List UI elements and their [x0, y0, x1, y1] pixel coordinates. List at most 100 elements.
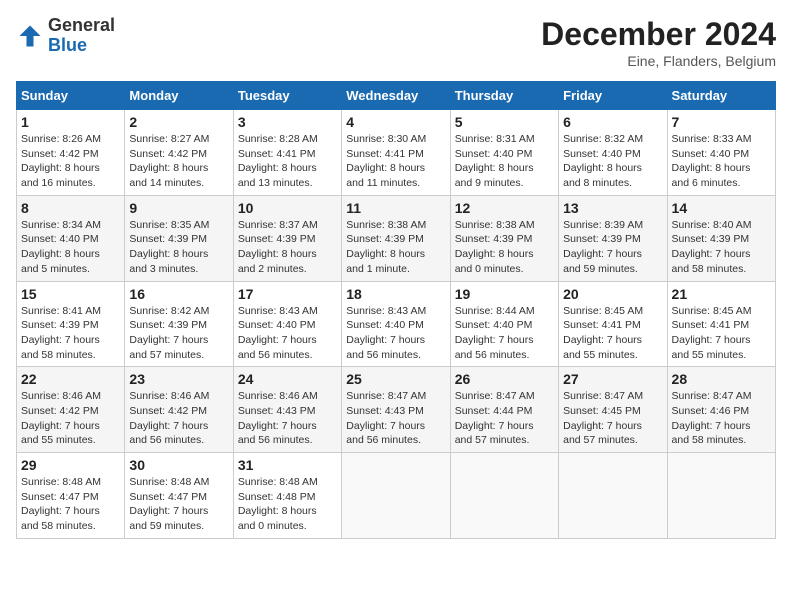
table-row: 30 Sunrise: 8:48 AM Sunset: 4:47 PM Dayli… [125, 453, 233, 539]
day-info: Sunrise: 8:34 AM Sunset: 4:40 PM Dayligh… [21, 218, 120, 277]
day-number: 15 [21, 286, 120, 302]
calendar-subtitle: Eine, Flanders, Belgium [541, 53, 776, 69]
table-row: 31 Sunrise: 8:48 AM Sunset: 4:48 PM Dayli… [233, 453, 341, 539]
day-number: 7 [672, 114, 771, 130]
table-row: 4Sunrise: 8:30 AM Sunset: 4:41 PM Daylig… [342, 110, 450, 196]
day-number: 5 [455, 114, 554, 130]
header-sunday: Sunday [17, 82, 125, 110]
table-row: 17Sunrise: 8:43 AM Sunset: 4:40 PM Dayli… [233, 281, 341, 367]
header-wednesday: Wednesday [342, 82, 450, 110]
day-number: 6 [563, 114, 662, 130]
day-number: 1 [21, 114, 120, 130]
day-number: 2 [129, 114, 228, 130]
table-row: 7 Sunrise: 8:33 AM Sunset: 4:40 PM Daylig… [667, 110, 775, 196]
day-number: 28 [672, 371, 771, 387]
day-info: Sunrise: 8:33 AM Sunset: 4:40 PM Dayligh… [672, 132, 771, 191]
calendar-week-row: 8 Sunrise: 8:34 AM Sunset: 4:40 PM Daylig… [17, 195, 776, 281]
table-row: 3Sunrise: 8:28 AM Sunset: 4:41 PM Daylig… [233, 110, 341, 196]
page-header: General Blue December 2024 Eine, Flander… [16, 16, 776, 69]
table-row: 11 Sunrise: 8:38 AM Sunset: 4:39 PM Dayli… [342, 195, 450, 281]
day-info: Sunrise: 8:40 AM Sunset: 4:39 PM Dayligh… [672, 218, 771, 277]
day-number: 26 [455, 371, 554, 387]
day-info: Sunrise: 8:47 AM Sunset: 4:46 PM Dayligh… [672, 389, 771, 448]
day-info: Sunrise: 8:47 AM Sunset: 4:43 PM Dayligh… [346, 389, 445, 448]
table-row: 6 Sunrise: 8:32 AM Sunset: 4:40 PM Daylig… [559, 110, 667, 196]
table-row: 1 Sunrise: 8:26 AM Sunset: 4:42 PM Daylig… [17, 110, 125, 196]
day-info: Sunrise: 8:42 AM Sunset: 4:39 PM Dayligh… [129, 304, 228, 363]
calendar-table: Sunday Monday Tuesday Wednesday Thursday… [16, 81, 776, 539]
table-row: 23 Sunrise: 8:46 AM Sunset: 4:42 PM Dayli… [125, 367, 233, 453]
day-number: 18 [346, 286, 445, 302]
day-info: Sunrise: 8:43 AM Sunset: 4:40 PM Dayligh… [238, 304, 337, 363]
day-number: 19 [455, 286, 554, 302]
table-row [667, 453, 775, 539]
title-block: December 2024 Eine, Flanders, Belgium [541, 16, 776, 69]
day-info: Sunrise: 8:43 AM Sunset: 4:40 PM Dayligh… [346, 304, 445, 363]
day-number: 24 [238, 371, 337, 387]
day-number: 30 [129, 457, 228, 473]
logo-icon [16, 22, 44, 50]
header-friday: Friday [559, 82, 667, 110]
day-number: 8 [21, 200, 120, 216]
table-row: 25Sunrise: 8:47 AM Sunset: 4:43 PM Dayli… [342, 367, 450, 453]
table-row: 14 Sunrise: 8:40 AM Sunset: 4:39 PM Dayli… [667, 195, 775, 281]
logo-text: General Blue [48, 16, 115, 56]
table-row: 27 Sunrise: 8:47 AM Sunset: 4:45 PM Dayli… [559, 367, 667, 453]
calendar-week-row: 1 Sunrise: 8:26 AM Sunset: 4:42 PM Daylig… [17, 110, 776, 196]
day-info: Sunrise: 8:38 AM Sunset: 4:39 PM Dayligh… [346, 218, 445, 277]
day-number: 29 [21, 457, 120, 473]
table-row: 20 Sunrise: 8:45 AM Sunset: 4:41 PM Dayli… [559, 281, 667, 367]
day-info: Sunrise: 8:39 AM Sunset: 4:39 PM Dayligh… [563, 218, 662, 277]
day-number: 3 [238, 114, 337, 130]
table-row [450, 453, 558, 539]
day-info: Sunrise: 8:44 AM Sunset: 4:40 PM Dayligh… [455, 304, 554, 363]
day-info: Sunrise: 8:48 AM Sunset: 4:47 PM Dayligh… [21, 475, 120, 534]
header-thursday: Thursday [450, 82, 558, 110]
table-row: 18 Sunrise: 8:43 AM Sunset: 4:40 PM Dayli… [342, 281, 450, 367]
day-info: Sunrise: 8:32 AM Sunset: 4:40 PM Dayligh… [563, 132, 662, 191]
table-row: 8 Sunrise: 8:34 AM Sunset: 4:40 PM Daylig… [17, 195, 125, 281]
day-number: 22 [21, 371, 120, 387]
day-number: 20 [563, 286, 662, 302]
day-info: Sunrise: 8:46 AM Sunset: 4:42 PM Dayligh… [129, 389, 228, 448]
day-number: 14 [672, 200, 771, 216]
day-number: 27 [563, 371, 662, 387]
day-info: Sunrise: 8:45 AM Sunset: 4:41 PM Dayligh… [672, 304, 771, 363]
calendar-week-row: 15 Sunrise: 8:41 AM Sunset: 4:39 PM Dayli… [17, 281, 776, 367]
table-row: 26Sunrise: 8:47 AM Sunset: 4:44 PM Dayli… [450, 367, 558, 453]
table-row: 9Sunrise: 8:35 AM Sunset: 4:39 PM Daylig… [125, 195, 233, 281]
table-row: 10 Sunrise: 8:37 AM Sunset: 4:39 PM Dayli… [233, 195, 341, 281]
day-info: Sunrise: 8:48 AM Sunset: 4:48 PM Dayligh… [238, 475, 337, 534]
day-number: 31 [238, 457, 337, 473]
day-number: 4 [346, 114, 445, 130]
logo: General Blue [16, 16, 115, 56]
day-info: Sunrise: 8:37 AM Sunset: 4:39 PM Dayligh… [238, 218, 337, 277]
day-number: 11 [346, 200, 445, 216]
day-number: 21 [672, 286, 771, 302]
table-row: 5 Sunrise: 8:31 AM Sunset: 4:40 PM Daylig… [450, 110, 558, 196]
day-number: 10 [238, 200, 337, 216]
table-row: 28 Sunrise: 8:47 AM Sunset: 4:46 PM Dayli… [667, 367, 775, 453]
day-info: Sunrise: 8:35 AM Sunset: 4:39 PM Dayligh… [129, 218, 228, 277]
day-info: Sunrise: 8:48 AM Sunset: 4:47 PM Dayligh… [129, 475, 228, 534]
day-info: Sunrise: 8:31 AM Sunset: 4:40 PM Dayligh… [455, 132, 554, 191]
table-row: 15 Sunrise: 8:41 AM Sunset: 4:39 PM Dayli… [17, 281, 125, 367]
day-number: 13 [563, 200, 662, 216]
days-header-row: Sunday Monday Tuesday Wednesday Thursday… [17, 82, 776, 110]
table-row [559, 453, 667, 539]
calendar-week-row: 22 Sunrise: 8:46 AM Sunset: 4:42 PM Dayli… [17, 367, 776, 453]
day-info: Sunrise: 8:45 AM Sunset: 4:41 PM Dayligh… [563, 304, 662, 363]
day-info: Sunrise: 8:41 AM Sunset: 4:39 PM Dayligh… [21, 304, 120, 363]
day-info: Sunrise: 8:26 AM Sunset: 4:42 PM Dayligh… [21, 132, 120, 191]
table-row: 2Sunrise: 8:27 AM Sunset: 4:42 PM Daylig… [125, 110, 233, 196]
day-info: Sunrise: 8:47 AM Sunset: 4:45 PM Dayligh… [563, 389, 662, 448]
day-number: 12 [455, 200, 554, 216]
day-info: Sunrise: 8:46 AM Sunset: 4:42 PM Dayligh… [21, 389, 120, 448]
table-row: 13 Sunrise: 8:39 AM Sunset: 4:39 PM Dayli… [559, 195, 667, 281]
table-row: 21 Sunrise: 8:45 AM Sunset: 4:41 PM Dayli… [667, 281, 775, 367]
day-info: Sunrise: 8:38 AM Sunset: 4:39 PM Dayligh… [455, 218, 554, 277]
header-monday: Monday [125, 82, 233, 110]
day-number: 16 [129, 286, 228, 302]
day-number: 23 [129, 371, 228, 387]
calendar-title: December 2024 [541, 16, 776, 53]
